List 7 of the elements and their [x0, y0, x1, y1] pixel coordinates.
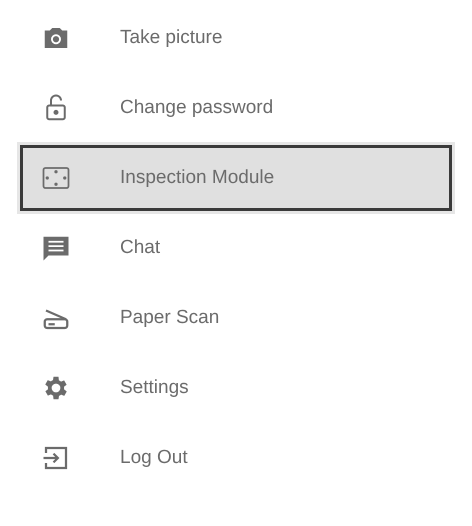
menu-item[interactable]: Log Out: [20, 423, 452, 493]
menu-item[interactable]: Take picture: [20, 3, 452, 73]
menu-item[interactable]: Inspection Module: [20, 145, 452, 211]
menu-item[interactable]: Change password: [20, 73, 452, 143]
menu-item[interactable]: Settings: [20, 353, 452, 423]
menu-item[interactable]: Chat: [20, 213, 452, 283]
menu-item[interactable]: Paper Scan: [20, 283, 452, 353]
